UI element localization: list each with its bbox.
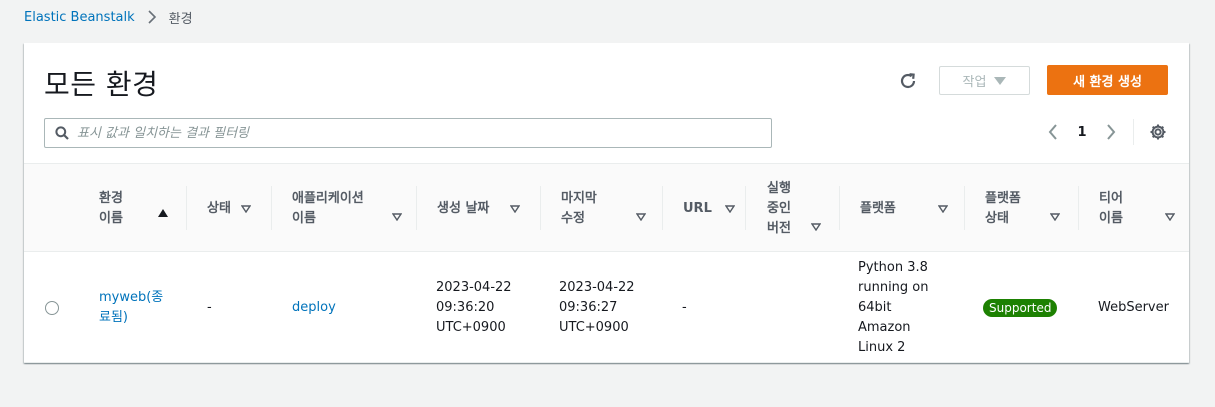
column-header-env-name[interactable]: 환경 이름	[79, 164, 186, 253]
environments-panel: 모든 환경 작업 새 환경 생성 1	[24, 43, 1189, 363]
column-label: 환경 이름	[99, 190, 123, 226]
refresh-button[interactable]	[896, 69, 920, 93]
cell-url: -	[663, 252, 745, 363]
caret-down-icon	[994, 76, 1007, 85]
status-badge: Supported	[983, 298, 1058, 317]
page-title: 모든 환경	[44, 68, 159, 101]
cell-env-name: myweb(종 료됨)	[79, 252, 186, 363]
column-label: URL	[683, 200, 712, 216]
column-label: 플랫폼 상태	[985, 190, 1021, 226]
sort-caret-down-icon	[938, 204, 948, 213]
env-name-link[interactable]: myweb(종 료됨)	[99, 288, 163, 328]
column-label: 생성 날짜	[437, 200, 490, 216]
actions-label: 작업	[962, 75, 987, 90]
chevron-right-icon	[1107, 124, 1116, 140]
search-icon	[55, 126, 69, 140]
row-select-radio[interactable]	[45, 301, 59, 315]
breadcrumb-current: 환경	[168, 11, 193, 27]
sort-caret-down-icon	[510, 204, 520, 213]
previous-page-button[interactable]	[1044, 121, 1062, 143]
column-header-platform[interactable]: 플랫폼	[840, 164, 964, 253]
column-header-tier[interactable]: 티어 이름	[1079, 164, 1189, 253]
actions-dropdown-button[interactable]: 작업	[939, 66, 1030, 95]
pagination-divider	[1133, 119, 1134, 145]
create-environment-button[interactable]: 새 환경 생성	[1047, 65, 1168, 95]
sort-caret-down-icon	[811, 222, 821, 231]
chevron-left-icon	[1048, 124, 1057, 140]
sort-caret-down-icon	[1050, 212, 1060, 221]
cell-platform-status: Supported	[965, 252, 1078, 363]
created-value: 2023-04-22 09:36:20 UTC+0900	[436, 279, 512, 335]
column-header-running-version[interactable]: 실행 중인 버전	[746, 164, 839, 253]
page-number[interactable]: 1	[1074, 121, 1090, 143]
column-header-created[interactable]: 생성 날짜	[417, 164, 540, 253]
tier-value: WebServer	[1098, 299, 1169, 315]
cell-modified: 2023-04-22 09:36:27 UTC+0900	[541, 252, 662, 363]
sort-caret-down-icon	[725, 204, 735, 213]
status-value: -	[207, 299, 212, 315]
platform-value: Python 3.8 running on 64bit Amazon Linux…	[858, 259, 929, 355]
sort-caret-down-icon	[636, 212, 646, 221]
breadcrumb: Elastic Beanstalk 환경	[24, 8, 193, 27]
column-header-app-name[interactable]: 애플리케이션 이름	[272, 164, 416, 253]
refresh-icon	[900, 73, 916, 89]
breadcrumb-elastic-beanstalk[interactable]: Elastic Beanstalk	[24, 10, 135, 25]
column-label: 플랫폼	[860, 200, 896, 216]
table-header: 환경 이름 상태 애플리케이션 이름 생성 날짜 마지막 수정 URL 실행 중…	[24, 163, 1189, 252]
cell-tier: WebServer	[1079, 252, 1189, 363]
column-header-modified[interactable]: 마지막 수정	[541, 164, 662, 253]
url-value: -	[682, 299, 687, 315]
column-label: 애플리케이션 이름	[292, 190, 364, 226]
sort-caret-down-icon	[241, 204, 251, 213]
sort-ascending-icon	[158, 208, 168, 217]
gear-icon	[1150, 124, 1166, 140]
cell-created: 2023-04-22 09:36:20 UTC+0900	[417, 252, 540, 363]
cell-app-name: deploy	[272, 252, 416, 363]
cell-status: -	[187, 252, 271, 363]
modified-value: 2023-04-22 09:36:27 UTC+0900	[559, 279, 635, 335]
cell-running-version	[746, 252, 839, 363]
column-label: 상태	[207, 200, 231, 216]
column-header-platform-status[interactable]: 플랫폼 상태	[965, 164, 1078, 253]
column-label: 실행 중인 버전	[767, 180, 791, 236]
sort-caret-down-icon	[392, 212, 402, 221]
column-header-url[interactable]: URL	[663, 164, 745, 253]
column-header-status[interactable]: 상태	[187, 164, 271, 253]
search-input[interactable]	[77, 125, 771, 141]
app-name-link[interactable]: deploy	[292, 298, 336, 318]
chevron-right-icon	[145, 10, 159, 24]
preferences-button[interactable]	[1148, 122, 1168, 142]
table-row[interactable]: myweb(종 료됨) - deploy 2023-04-22 09:36:20…	[24, 252, 1189, 363]
column-label: 마지막 수정	[561, 190, 597, 226]
column-label: 티어 이름	[1099, 190, 1123, 226]
filter-search	[44, 118, 772, 148]
cell-platform: Python 3.8 running on 64bit Amazon Linux…	[840, 252, 964, 363]
sort-caret-down-icon	[1165, 212, 1175, 221]
next-page-button[interactable]	[1102, 121, 1120, 143]
